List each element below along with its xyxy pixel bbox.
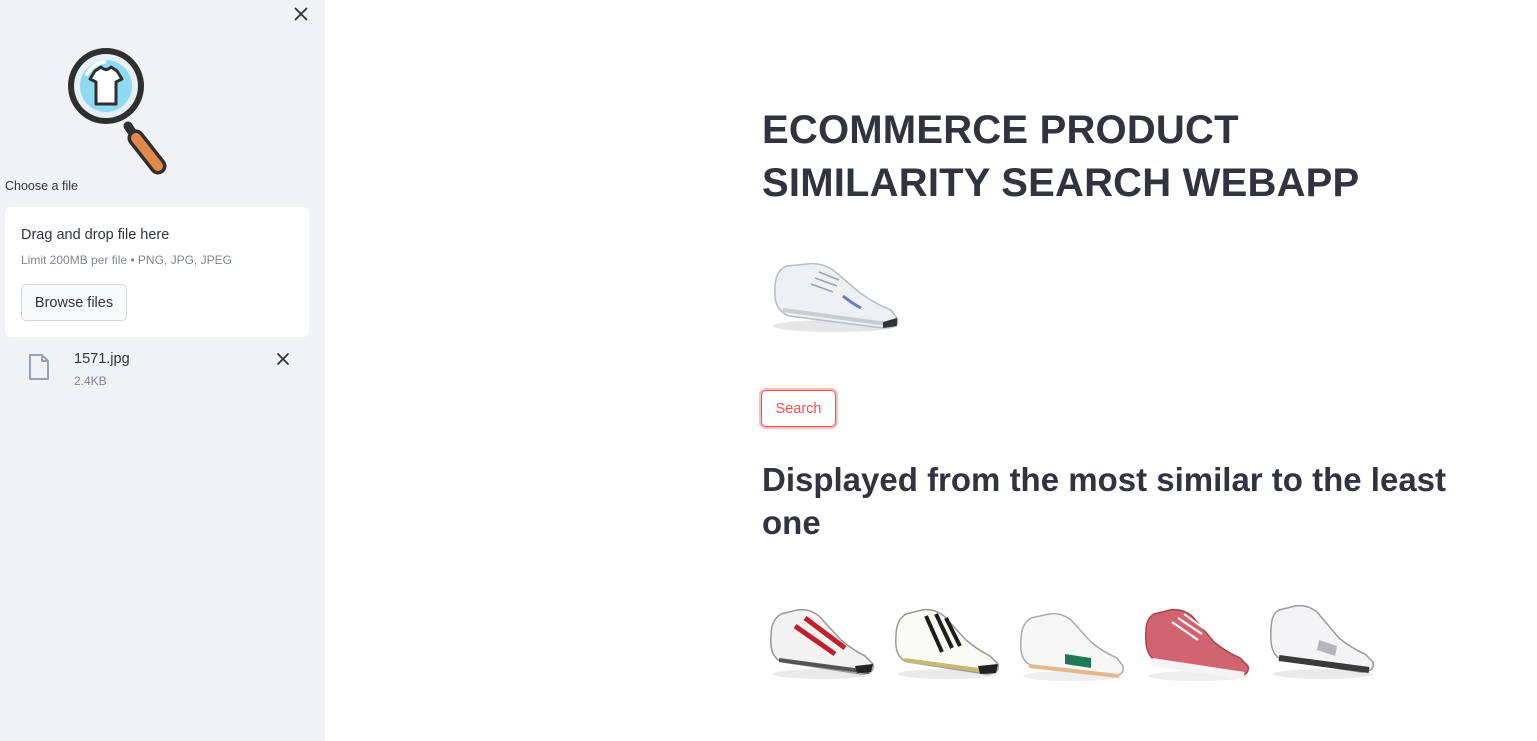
browse-files-button[interactable]: Browse files (21, 284, 127, 321)
result-image (890, 596, 1002, 686)
search-button[interactable]: Search (761, 390, 836, 427)
app-logo (60, 22, 170, 176)
sidebar: Choose a file Drag and drop file here Li… (0, 0, 325, 741)
file-dropzone[interactable]: Drag and drop file here Limit 200MB per … (5, 207, 309, 337)
result-image (1140, 596, 1252, 686)
result-image (1265, 596, 1377, 686)
uploaded-file: 1571.jpg 2.4KB (5, 345, 309, 395)
file-name: 1571.jpg (74, 351, 130, 367)
result-image (1015, 596, 1127, 686)
upload-label: Choose a file (5, 179, 78, 193)
dropzone-limit: Limit 200MB per file • PNG, JPG, JPEG (21, 253, 232, 267)
sidebar-close-icon[interactable] (290, 3, 312, 25)
dropzone-title: Drag and drop file here (21, 227, 170, 243)
file-icon (27, 353, 51, 381)
page-title: ECOMMERCE PRODUCT SIMILARITY SEARCH WEBA… (762, 108, 1360, 205)
results-heading: Displayed from the most similar to the l… (762, 461, 1447, 541)
main-content: ECOMMERCE PRODUCT SIMILARITY SEARCH WEBA… (325, 0, 1537, 741)
result-image (765, 596, 877, 686)
query-image (763, 248, 903, 343)
app: Choose a file Drag and drop file here Li… (0, 0, 1537, 741)
results-list (765, 596, 1377, 686)
file-size: 2.4KB (74, 374, 107, 388)
remove-file-icon[interactable] (273, 349, 293, 369)
